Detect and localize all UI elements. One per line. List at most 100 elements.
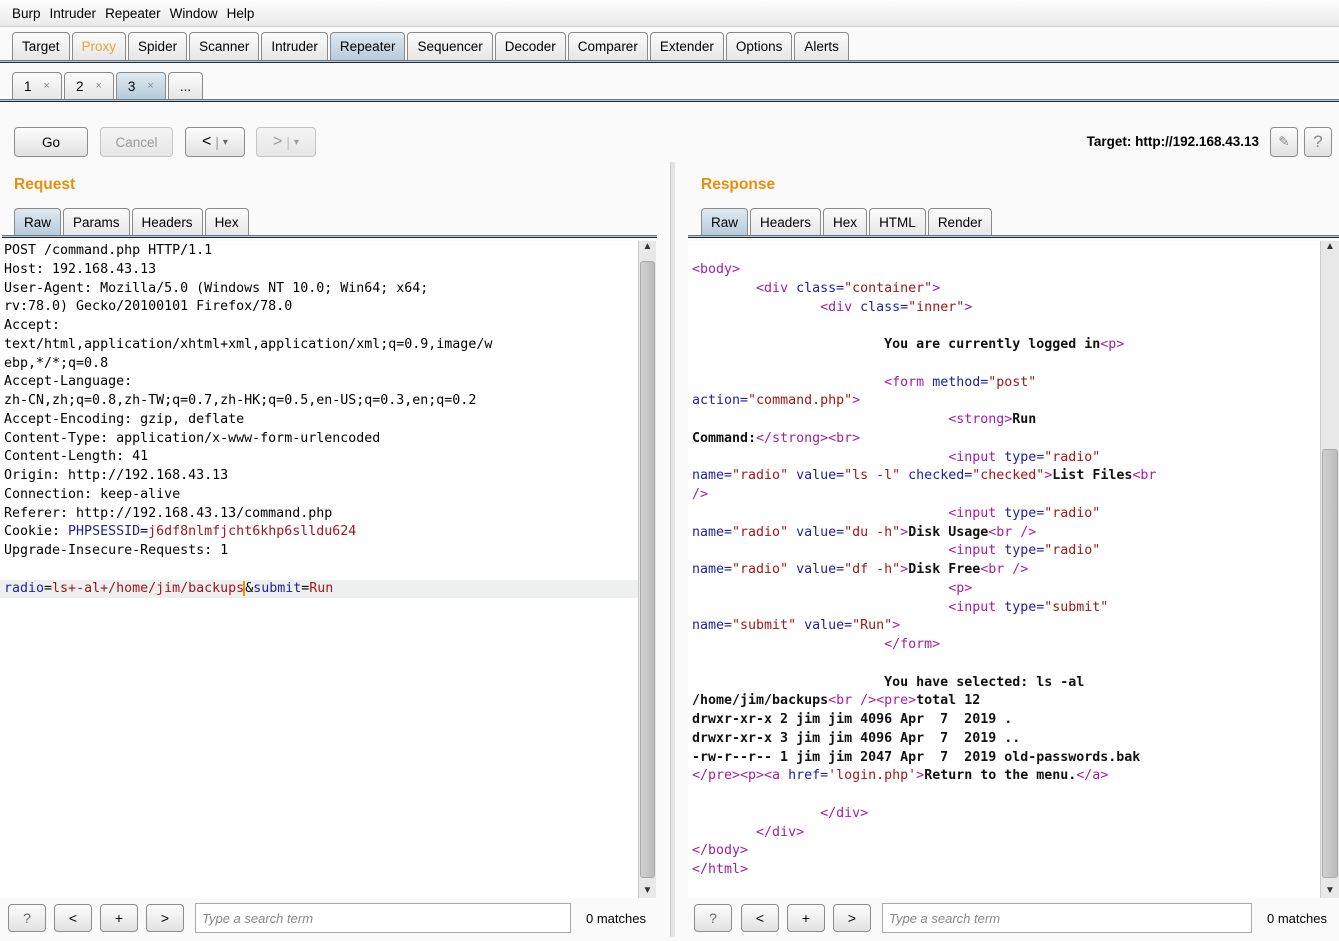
search-prev-button[interactable]: < [54, 904, 92, 932]
search-help-button[interactable]: ? [8, 904, 46, 932]
tab-decoder[interactable]: Decoder [494, 32, 566, 60]
tab-proxy[interactable]: Proxy [71, 32, 127, 60]
code-line: action="command.php"> [688, 392, 1320, 411]
scroll-up-icon[interactable]: ▲ [639, 241, 656, 252]
search-add-button[interactable]: + [100, 904, 138, 932]
search-input[interactable]: Type a search term [195, 903, 571, 933]
help-button[interactable]: ? [1304, 127, 1332, 157]
code-token: Content-Length: 41 [4, 449, 149, 465]
tab-spider[interactable]: Spider [128, 32, 188, 60]
tab-raw[interactable]: Raw [701, 208, 749, 236]
tab-label: 3 [127, 78, 136, 94]
code-token: "radio" [1044, 505, 1101, 521]
code-line: Host: 192.168.43.13 [0, 261, 638, 280]
edit-target-button[interactable]: ✎ [1270, 127, 1298, 157]
forward-button[interactable]: > | ▾ [256, 127, 316, 157]
scroll-down-icon[interactable]: ▼ [639, 885, 656, 896]
code-token: "radio" [1044, 449, 1101, 465]
code-line: <form method="post" [688, 374, 1320, 393]
menu-intruder[interactable]: Intruder [50, 0, 97, 21]
repeater-tab-2[interactable]: 2 × [63, 72, 114, 99]
code-token: Accept-Encoding: gzip, deflate [4, 411, 245, 427]
code-token: "checked" [972, 468, 1045, 484]
tab-html[interactable]: HTML [869, 208, 926, 236]
tab-label: ... [179, 78, 192, 94]
match-count: 0 matches [1267, 911, 1327, 926]
code-token: <input [948, 505, 1005, 521]
code-line: text/html,application/xhtml+xml,applicat… [0, 336, 638, 355]
tab-repeater[interactable]: Repeater [329, 32, 406, 60]
code-token: <p> [948, 580, 973, 596]
code-token: </pre><p><a [692, 768, 789, 784]
code-token: "radio" [1044, 543, 1101, 559]
code-token: = [140, 524, 149, 540]
response-editor[interactable]: <body> <div class="container"> <div clas… [688, 241, 1320, 898]
repeater-tab-4[interactable]: ... [167, 72, 204, 99]
repeater-tab-3[interactable]: 3 × [115, 72, 166, 99]
code-token: type= [1004, 449, 1045, 465]
tab-divider [0, 99, 1339, 102]
back-icon: < [202, 133, 212, 150]
tab-hex[interactable]: Hex [204, 208, 249, 236]
close-icon[interactable]: × [147, 80, 153, 92]
search-add-button[interactable]: + [787, 904, 825, 932]
code-token: j6df8nlmfjcht6khp6slldu624 [148, 524, 357, 540]
code-line: <input type="radio" [688, 542, 1320, 561]
code-token: </div> [820, 805, 869, 821]
code-token: "du -h" [844, 524, 901, 540]
match-count: 0 matches [586, 911, 646, 926]
code-token: value= [804, 618, 853, 634]
tab-extender[interactable]: Extender [649, 32, 724, 60]
request-editor[interactable]: POST /command.php HTTP/1.1 Host: 192.168.… [0, 241, 638, 898]
code-token: "submit" [1044, 599, 1109, 615]
menu-repeater[interactable]: Repeater [105, 0, 161, 21]
code-line: You have selected: ls -al [688, 674, 1320, 693]
tab-options[interactable]: Options [725, 32, 793, 60]
scroll-up-icon[interactable]: ▲ [1321, 241, 1339, 252]
tab-headers[interactable]: Headers [750, 208, 822, 236]
menu-burp[interactable]: Burp [12, 0, 41, 21]
cancel-button[interactable]: Cancel [100, 127, 173, 157]
tab-hex[interactable]: Hex [823, 208, 868, 236]
code-token: zh-CN,zh;q=0.8,zh-TW;q=0.7,zh-HK;q=0.5,e… [4, 393, 477, 408]
search-help-button[interactable]: ? [694, 904, 732, 932]
code-line: <input type="submit" [688, 599, 1320, 618]
code-token: <form [884, 374, 933, 390]
tab-intruder[interactable]: Intruder [261, 32, 328, 60]
menu-window[interactable]: Window [170, 0, 218, 21]
tab-label: 1 [24, 78, 32, 94]
repeater-tab-1[interactable]: 1 × [12, 72, 62, 99]
go-button[interactable]: Go [14, 127, 88, 157]
request-scrollbar[interactable]: ▲ ▼ [638, 241, 656, 898]
code-token: > [964, 299, 973, 315]
back-button[interactable]: < | ▾ [185, 127, 245, 157]
menu-help[interactable]: Help [227, 0, 255, 21]
code-line: -rw-r--r-- 1 jim jim 2047 Apr 7 2019 old… [688, 749, 1320, 768]
tab-alerts[interactable]: Alerts [794, 32, 849, 60]
tab-headers[interactable]: Headers [131, 208, 203, 236]
search-input[interactable]: Type a search term [882, 903, 1252, 933]
split-divider[interactable] [670, 162, 675, 937]
response-scrollbar[interactable]: ▲ ▼ [1320, 241, 1339, 898]
code-line: <p> [688, 580, 1320, 599]
search-next-button[interactable]: > [146, 904, 184, 932]
search-next-button[interactable]: > [833, 904, 871, 932]
code-token: Upgrade-Insecure-Requests: 1 [4, 543, 229, 558]
close-icon[interactable]: × [44, 80, 50, 92]
scroll-down-icon[interactable]: ▼ [1321, 885, 1339, 896]
code-token: name= [692, 468, 733, 484]
code-token: drwxr-xr-x 2 jim jim 4096 Apr 7 2019 . [692, 712, 1013, 727]
tab-comparer[interactable]: Comparer [567, 32, 648, 60]
close-icon[interactable]: × [95, 80, 101, 92]
tab-raw[interactable]: Raw [14, 208, 62, 236]
tab-sequencer[interactable]: Sequencer [407, 32, 493, 60]
tab-scanner[interactable]: Scanner [189, 32, 260, 60]
code-token: Referer: http://192.168.43.13/command.ph… [4, 505, 333, 521]
tab-params[interactable]: Params [63, 208, 130, 236]
tab-render[interactable]: Render [927, 208, 993, 236]
tab-target[interactable]: Target [12, 32, 70, 60]
search-prev-button[interactable]: < [741, 904, 779, 932]
